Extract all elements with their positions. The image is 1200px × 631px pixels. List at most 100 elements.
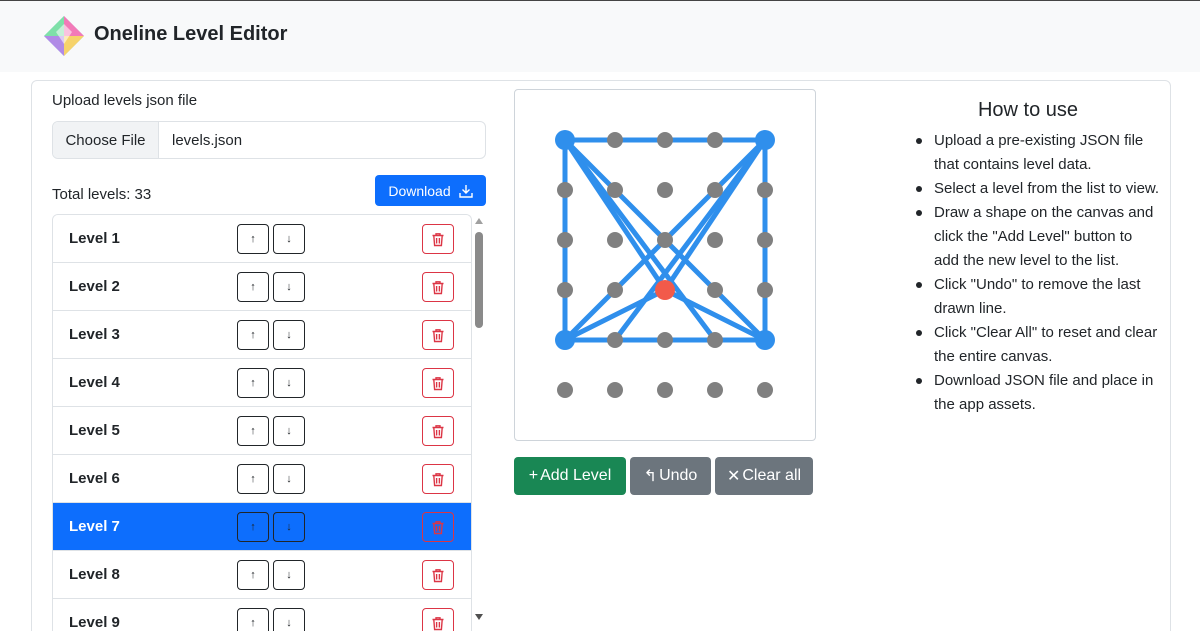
grid-dot[interactable] xyxy=(657,332,673,348)
grid-dot[interactable] xyxy=(607,382,623,398)
clear-all-button[interactable]: ✕ Clear all xyxy=(715,457,813,495)
trash-icon xyxy=(431,280,445,295)
move-down-button[interactable]: ↓ xyxy=(273,464,305,494)
grid-dot[interactable] xyxy=(707,382,723,398)
move-up-button[interactable]: ↑ xyxy=(237,320,269,350)
drawn-line xyxy=(562,137,668,293)
arrow-up-icon: ↑ xyxy=(250,617,256,629)
add-level-button[interactable]: + Add Level xyxy=(514,457,626,495)
move-up-button[interactable]: ↑ xyxy=(237,272,269,302)
move-down-button[interactable]: ↓ xyxy=(273,320,305,350)
scroll-down-arrow-icon[interactable] xyxy=(475,614,483,620)
move-up-button[interactable]: ↑ xyxy=(237,512,269,542)
help-list: Upload a pre-existing JSON file that con… xyxy=(914,129,1160,417)
move-up-button[interactable]: ↑ xyxy=(237,416,269,446)
delete-button[interactable] xyxy=(422,368,454,398)
grid-dot[interactable] xyxy=(757,232,773,248)
trash-icon xyxy=(431,472,445,487)
grid-dot[interactable] xyxy=(555,330,575,350)
delete-button[interactable] xyxy=(422,512,454,542)
trash-icon xyxy=(431,568,445,583)
level-row[interactable]: Level 7 ↑ ↓ xyxy=(53,503,471,551)
grid-dot[interactable] xyxy=(657,232,673,248)
move-down-button[interactable]: ↓ xyxy=(273,368,305,398)
grid-dot[interactable] xyxy=(757,182,773,198)
level-row[interactable]: Level 3 ↑ ↓ xyxy=(53,311,471,359)
file-name: levels.json xyxy=(172,131,243,149)
grid-dot[interactable] xyxy=(557,182,573,198)
move-down-button[interactable]: ↓ xyxy=(273,272,305,302)
move-up-button[interactable]: ↑ xyxy=(237,608,269,631)
grid-dot[interactable] xyxy=(657,382,673,398)
grid-dot[interactable] xyxy=(707,182,723,198)
grid-dot[interactable] xyxy=(707,232,723,248)
move-up-button[interactable]: ↑ xyxy=(237,368,269,398)
level-row[interactable]: Level 4 ↑ ↓ xyxy=(53,359,471,407)
help-item: Draw a shape on the canvas and click the… xyxy=(914,201,1160,273)
trash-icon xyxy=(431,232,445,247)
level-row[interactable]: Level 1 ↑ ↓ xyxy=(53,215,471,263)
delete-button[interactable] xyxy=(422,320,454,350)
level-list-scrollbar[interactable] xyxy=(473,214,485,631)
grid-dot[interactable] xyxy=(607,332,623,348)
grid-dot[interactable] xyxy=(607,282,623,298)
grid-dot[interactable] xyxy=(607,232,623,248)
level-label: Level 3 xyxy=(69,326,120,343)
delete-button[interactable] xyxy=(422,416,454,446)
level-row[interactable]: Level 5 ↑ ↓ xyxy=(53,407,471,455)
level-row[interactable]: Level 2 ↑ ↓ xyxy=(53,263,471,311)
undo-button[interactable]: ↰ Undo xyxy=(630,457,711,495)
delete-button[interactable] xyxy=(422,608,454,631)
arrow-down-icon: ↓ xyxy=(286,329,292,341)
download-button[interactable]: Download xyxy=(375,175,486,206)
grid-dot[interactable] xyxy=(757,382,773,398)
arrow-up-icon: ↑ xyxy=(250,521,256,533)
move-up-button[interactable]: ↑ xyxy=(237,560,269,590)
current-point-dot[interactable] xyxy=(655,280,675,300)
arrow-up-icon: ↑ xyxy=(250,233,256,245)
scroll-thumb[interactable] xyxy=(475,232,483,328)
choose-file-button[interactable]: Choose File xyxy=(53,122,159,158)
delete-button[interactable] xyxy=(422,560,454,590)
arrow-down-icon: ↓ xyxy=(286,233,292,245)
grid-dot[interactable] xyxy=(557,382,573,398)
grid-dot[interactable] xyxy=(657,132,673,148)
move-up-button[interactable]: ↑ xyxy=(237,464,269,494)
delete-button[interactable] xyxy=(422,272,454,302)
grid-dot[interactable] xyxy=(657,182,673,198)
grid-dot[interactable] xyxy=(755,330,775,350)
grid-dot[interactable] xyxy=(557,282,573,298)
grid-dot[interactable] xyxy=(707,332,723,348)
level-row[interactable]: Level 9 ↑ ↓ xyxy=(53,599,471,631)
grid-dot[interactable] xyxy=(707,282,723,298)
grid-dot[interactable] xyxy=(707,132,723,148)
level-row[interactable]: Level 8 ↑ ↓ xyxy=(53,551,471,599)
move-up-button[interactable]: ↑ xyxy=(237,224,269,254)
delete-button[interactable] xyxy=(422,224,454,254)
grid-dot[interactable] xyxy=(555,130,575,150)
grid-dot[interactable] xyxy=(557,232,573,248)
move-down-button[interactable]: ↓ xyxy=(273,512,305,542)
trash-icon xyxy=(431,520,445,535)
help-item: Click "Clear All" to reset and clear the… xyxy=(914,321,1160,369)
arrow-up-icon: ↑ xyxy=(250,473,256,485)
arrow-down-icon: ↓ xyxy=(286,521,292,533)
grid-dot[interactable] xyxy=(607,182,623,198)
move-down-button[interactable]: ↓ xyxy=(273,560,305,590)
grid-dot[interactable] xyxy=(607,132,623,148)
file-input[interactable]: Choose File levels.json xyxy=(52,121,486,159)
delete-button[interactable] xyxy=(422,464,454,494)
dot-grid-canvas[interactable] xyxy=(515,90,815,440)
move-down-button[interactable]: ↓ xyxy=(273,224,305,254)
move-down-button[interactable]: ↓ xyxy=(273,416,305,446)
clear-all-label: Clear all xyxy=(742,467,802,484)
scroll-up-arrow-icon[interactable] xyxy=(475,218,483,224)
drawing-canvas[interactable] xyxy=(514,89,816,441)
grid-dot[interactable] xyxy=(755,130,775,150)
level-row[interactable]: Level 6 ↑ ↓ xyxy=(53,455,471,503)
move-down-button[interactable]: ↓ xyxy=(273,608,305,631)
level-list[interactable]: Level 1 ↑ ↓ Level 2 ↑ ↓ Level 3 ↑ ↓ Level 4 ↑ ↓ Leve… xyxy=(52,214,472,631)
app-title: Oneline Level Editor xyxy=(94,23,288,45)
grid-dot[interactable] xyxy=(757,282,773,298)
level-label: Level 5 xyxy=(69,422,120,439)
